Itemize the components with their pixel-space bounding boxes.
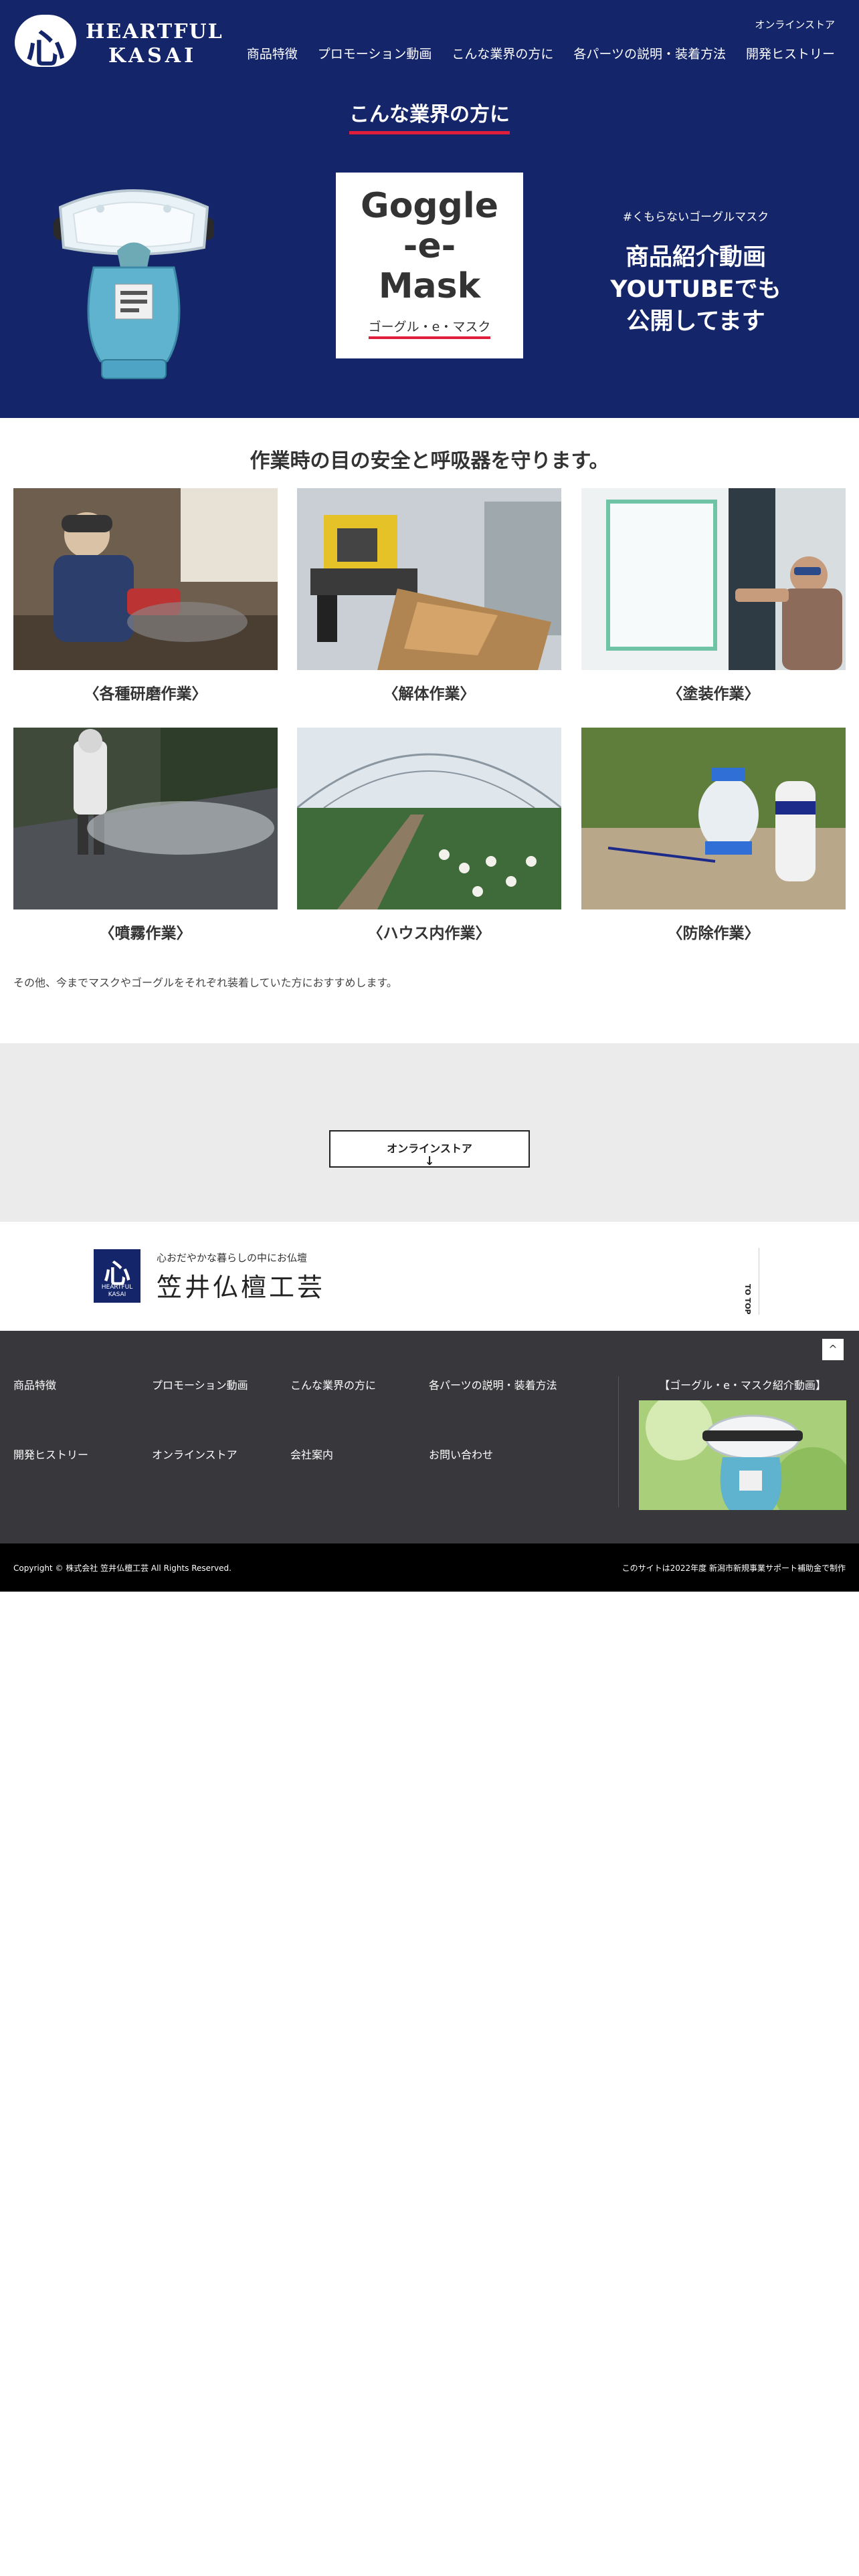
nav-item-features[interactable]: 商品特徴 xyxy=(247,44,298,62)
goggle-mask-product-image xyxy=(54,189,214,379)
work-section-title: 作業時の目の安全と呼吸器を守ります。 xyxy=(250,449,609,473)
recommendation-note: その他、今までマスクやゴーグルをそれぞれ装着していた方におすすめします。 xyxy=(13,976,397,989)
work-item-pest-control: 〈防除作業〉 xyxy=(581,728,846,943)
footer-link-contact[interactable]: お問い合わせ xyxy=(429,1446,493,1462)
company-tagline: 心おだやかな暮らしの中にお仏壇 xyxy=(157,1252,308,1264)
work-item-grinding: 〈各種研磨作業〉 xyxy=(13,488,278,704)
credit-text: このサイトは2022年度 新潟市新規事業サポート補助金で制作 xyxy=(622,1564,846,1573)
footer-link-industries[interactable]: こんな業界の方に xyxy=(290,1376,376,1392)
product-title: Goggle -e- Mask xyxy=(361,186,498,306)
logo-text-line2: KASAI xyxy=(108,44,197,68)
product-title-card: Goggle -e- Mask ゴーグル・e・マスク xyxy=(336,173,523,358)
site-logo[interactable]: 心 HEARTFUL KASAI xyxy=(15,15,222,72)
hero-heading: こんな業界の方に xyxy=(0,98,859,134)
demolition-photo-icon xyxy=(297,488,561,670)
company-logo[interactable]: 心 HEARTFUL KASAI 心おだやかな暮らしの中にお仏壇 笠井仏檀工芸 xyxy=(94,1247,335,1304)
spraying-photo-icon xyxy=(13,728,278,909)
hero-section: 心 HEARTFUL KASAI オンラインストア 商品特徴 プロモーション動画… xyxy=(0,0,859,418)
chevron-up-icon[interactable]: ^ xyxy=(822,1339,844,1360)
nav-item-industries[interactable]: こんな業界の方に xyxy=(452,44,553,62)
footer-link-online-store[interactable]: オンラインストア xyxy=(152,1446,237,1462)
heart-logo-icon: 心 xyxy=(15,15,76,72)
company-mark-icon: 心 HEARTFUL KASAI xyxy=(94,1249,140,1303)
to-top-link[interactable]: TO TOP xyxy=(743,1284,752,1315)
main-nav: 商品特徴 プロモーション動画 こんな業界の方に 各パーツの説明・装着方法 開発ヒ… xyxy=(247,44,835,62)
promo-block[interactable]: #くもらないゴーグルマスク 商品紹介動画 YOUTUBEでも 公開してます xyxy=(582,207,809,338)
promo-youtube-text: 商品紹介動画 YOUTUBEでも 公開してます xyxy=(610,244,781,335)
footer-video-title: 【ゴーグル・e・マスク紹介動画】 xyxy=(659,1379,826,1392)
footer-link-promo-video[interactable]: プロモーション動画 xyxy=(152,1376,248,1392)
nav-item-history[interactable]: 開発ヒストリー xyxy=(746,44,835,62)
footer: ^ 商品特徴 プロモーション動画 こんな業界の方に 各パーツの説明・装着方法 開… xyxy=(0,1331,859,1543)
product-subtitle: ゴーグル・e・マスク xyxy=(368,317,491,339)
footer-divider xyxy=(618,1376,619,1507)
footer-link-features[interactable]: 商品特徴 xyxy=(13,1376,56,1392)
footer-link-parts-guide[interactable]: 各パーツの説明・装着方法 xyxy=(429,1376,557,1392)
down-arrow-icon: ↓ xyxy=(424,1154,435,1168)
footer-link-company[interactable]: 会社案内 xyxy=(290,1446,333,1462)
copyright-text: Copyright © 株式会社 笠井仏檀工芸 All Rights Reser… xyxy=(13,1564,231,1573)
work-item-spraying: 〈噴霧作業〉 xyxy=(13,728,278,943)
footer-link-history[interactable]: 開発ヒストリー xyxy=(13,1446,88,1462)
nav-item-parts-guide[interactable]: 各パーツの説明・装着方法 xyxy=(573,44,726,62)
pest-control-photo-icon xyxy=(581,728,846,909)
greenhouse-photo-icon xyxy=(296,728,562,909)
grinding-photo-icon xyxy=(13,488,278,670)
promo-hashtag: #くもらないゴーグルマスク xyxy=(622,211,769,224)
painting-photo-icon xyxy=(581,488,846,670)
work-item-painting: 〈塗装作業〉 xyxy=(581,488,846,704)
logo-text-line1: HEARTFUL xyxy=(86,20,223,43)
to-top-line xyxy=(759,1248,760,1315)
work-item-greenhouse: 〈ハウス内作業〉 xyxy=(296,728,562,943)
company-name: 笠井仏檀工芸 xyxy=(157,1273,326,1302)
copyright-bar: Copyright © 株式会社 笠井仏檀工芸 All Rights Reser… xyxy=(0,1543,859,1592)
nav-item-promo-video[interactable]: プロモーション動画 xyxy=(318,44,432,62)
work-item-demolition: 〈解体作業〉 xyxy=(297,488,561,704)
online-store-button[interactable]: オンラインストア ↓ xyxy=(329,1130,530,1168)
header-online-store-link[interactable]: オンラインストア xyxy=(755,17,835,31)
online-store-band: オンラインストア ↓ xyxy=(0,1043,859,1222)
video-thumbnail-icon[interactable] xyxy=(639,1400,846,1510)
